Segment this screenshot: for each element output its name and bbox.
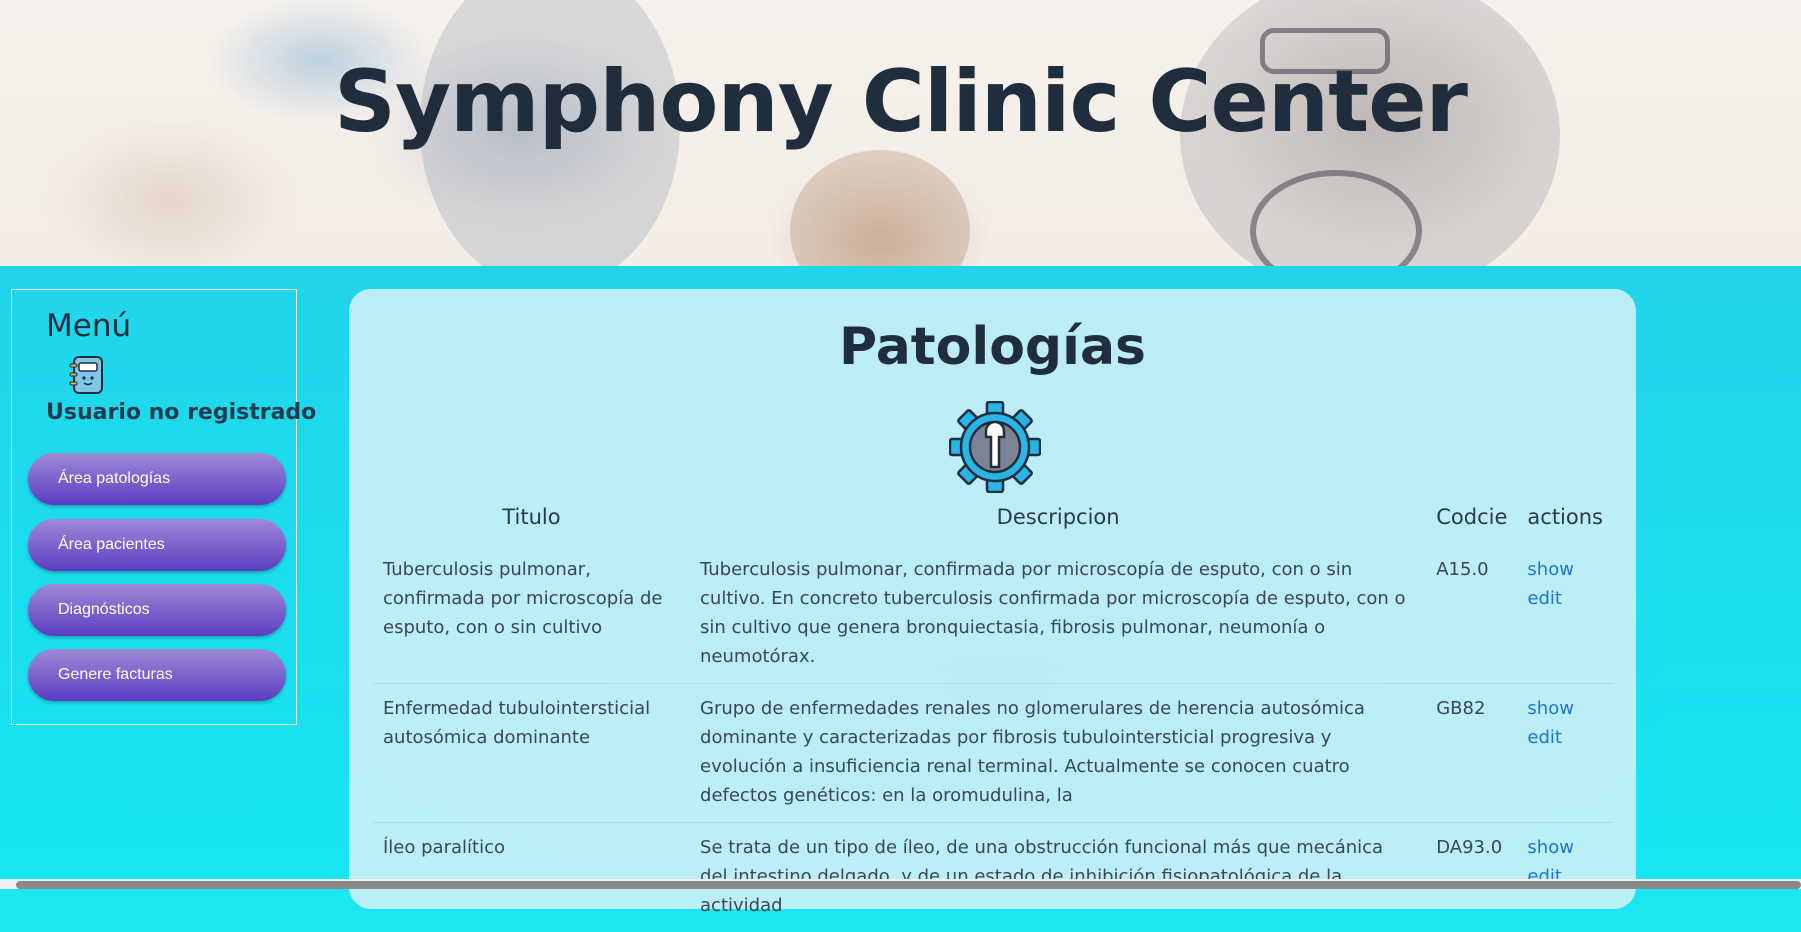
sidebar-item-diagnosticos[interactable]: Diagnósticos <box>28 584 286 636</box>
horizontal-scrollbar[interactable] <box>0 879 1801 889</box>
notebook-icon <box>68 354 108 396</box>
sidebar-menu: Menú Usuario no registrado Área patologí… <box>11 289 297 725</box>
gear-icon <box>949 401 1041 493</box>
cell-titulo: Íleo paralítico <box>373 823 690 932</box>
page-title: Patologías <box>349 317 1636 377</box>
sidebar-item-patologias[interactable]: Área patologías <box>28 453 286 505</box>
sidebar-item-label: Genere facturas <box>58 666 173 684</box>
sidebar-item-pacientes[interactable]: Área pacientes <box>28 519 286 571</box>
pathologies-table: Titulo Descripcion Codcie actions Tuberc… <box>373 501 1613 932</box>
show-link[interactable]: show <box>1527 833 1603 862</box>
show-link[interactable]: show <box>1527 555 1603 584</box>
sidebar-item-label: Diagnósticos <box>58 601 150 619</box>
show-link[interactable]: show <box>1527 694 1603 723</box>
sidebar-item-label: Área pacientes <box>58 536 165 554</box>
sidebar-item-facturas[interactable]: Genere facturas <box>28 649 286 701</box>
cell-descripcion: Se trata de un tipo de íleo, de una obst… <box>690 823 1426 932</box>
user-status-label: Usuario no registrado <box>46 400 316 425</box>
cell-actions: show edit <box>1517 823 1613 932</box>
column-header-codcie: Codcie <box>1426 501 1517 545</box>
banner-illustration-child <box>790 150 970 266</box>
column-header-actions: actions <box>1517 501 1613 545</box>
table-row: Tuberculosis pulmonar, confirmada por mi… <box>373 545 1613 684</box>
cell-actions: show edit <box>1517 684 1613 823</box>
site-title: Symphony Clinic Center <box>0 52 1801 152</box>
menu-title: Menú <box>46 308 131 344</box>
header-banner: Symphony Clinic Center <box>0 0 1801 266</box>
cell-codcie: A15.0 <box>1426 545 1517 684</box>
cell-titulo: Tuberculosis pulmonar, confirmada por mi… <box>373 545 690 684</box>
scrollbar-thumb[interactable] <box>16 881 1801 889</box>
edit-link[interactable]: edit <box>1527 723 1603 752</box>
table-row: Íleo paralítico Se trata de un tipo de í… <box>373 823 1613 932</box>
column-header-descripcion: Descripcion <box>690 501 1426 545</box>
cell-codcie: DA93.0 <box>1426 823 1517 932</box>
cell-descripcion: Grupo de enfermedades renales no glomeru… <box>690 684 1426 823</box>
cell-codcie: GB82 <box>1426 684 1517 823</box>
table-row: Enfermedad tubulointersticial autosómica… <box>373 684 1613 823</box>
cell-titulo: Enfermedad tubulointersticial autosómica… <box>373 684 690 823</box>
cell-actions: show edit <box>1517 545 1613 684</box>
edit-link[interactable]: edit <box>1527 584 1603 613</box>
cell-descripcion: Tuberculosis pulmonar, confirmada por mi… <box>690 545 1426 684</box>
content-card: Patologías Titulo Descripcion Codci <box>349 289 1636 909</box>
sidebar-item-label: Área patologías <box>58 470 170 488</box>
column-header-titulo: Titulo <box>373 501 690 545</box>
